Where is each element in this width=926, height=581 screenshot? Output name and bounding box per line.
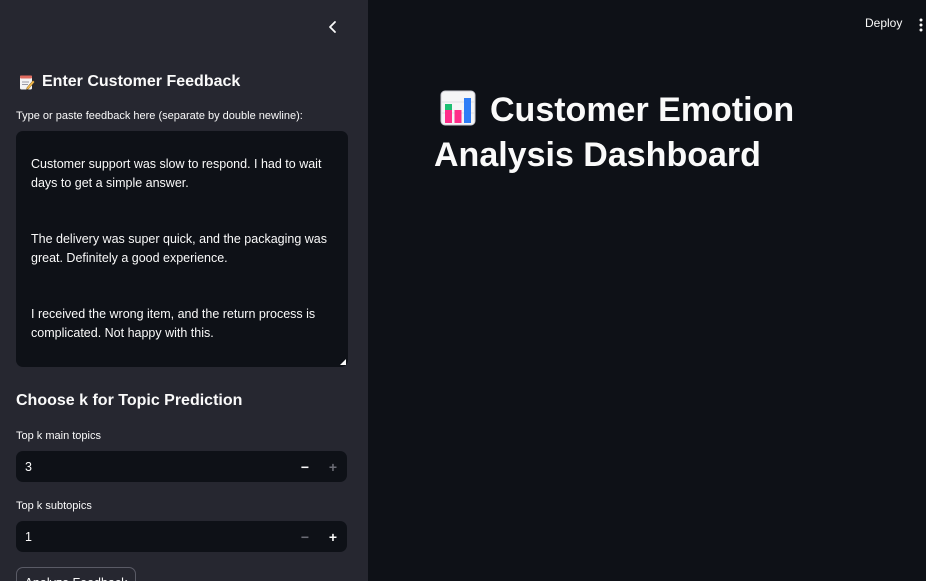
deploy-button[interactable]: Deploy [865,16,902,30]
decrement-button[interactable]: − [291,451,319,482]
analyze-feedback-button[interactable]: Analyze Feedback [16,567,136,581]
memo-icon [20,75,35,90]
feedback-paragraph: Customer support was slow to respond. I … [31,157,322,190]
topic-prediction-title: Choose k for Topic Prediction [16,392,243,409]
decrement-button[interactable]: − [291,521,319,552]
bar-chart-icon [440,90,476,126]
sidebar-header-text: Enter Customer Feedback [42,73,241,90]
main-topics-label: Top k main topics [16,430,101,442]
page-title: Customer Emotion Analysis Dashboard [434,88,854,178]
feedback-paragraph: The delivery was super quick, and the pa… [31,232,327,265]
increment-button[interactable]: + [319,451,347,482]
main-content: Deploy Customer Emotion Analysis Dashboa… [368,0,926,581]
subtopics-label: Top k subtopics [16,500,92,512]
subtopics-value[interactable]: 1 [16,530,291,544]
subtopics-input[interactable]: 1 − + [16,521,347,552]
main-topics-input[interactable]: 3 − + [16,451,347,482]
feedback-paragraph: I received the wrong item, and the retur… [31,307,316,340]
main-topics-value[interactable]: 3 [16,460,291,474]
increment-button[interactable]: + [319,521,347,552]
chevron-left-icon [329,21,336,33]
sidebar-header: Enter Customer Feedback [18,73,240,91]
collapse-sidebar-button[interactable] [322,16,344,38]
resize-handle-icon[interactable] [340,359,346,365]
kebab-menu-icon[interactable] [918,17,924,33]
page-title-text: Customer Emotion Analysis Dashboard [434,91,795,174]
feedback-textarea[interactable]: Customer support was slow to respond. I … [16,131,348,367]
sidebar: Enter Customer Feedback Type or paste fe… [0,0,368,581]
feedback-label: Type or paste feedback here (separate by… [16,110,303,122]
